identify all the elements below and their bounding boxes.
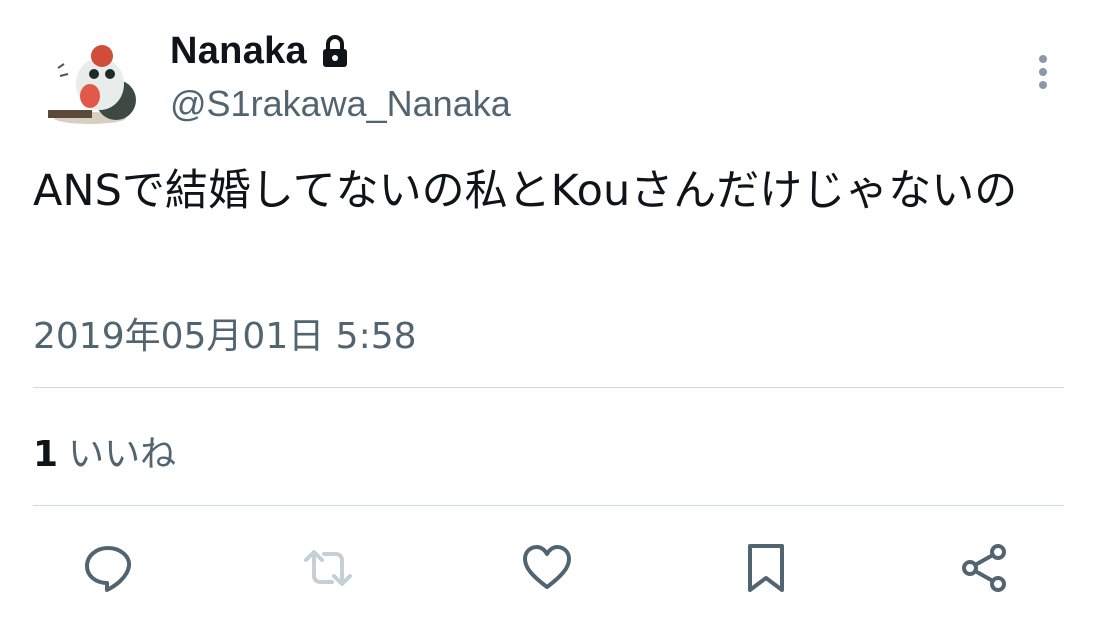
divider [33, 505, 1064, 506]
more-options-icon[interactable] [1026, 52, 1060, 92]
lock-icon [321, 34, 349, 69]
handle[interactable]: @S1rakawa_Nanaka [170, 83, 511, 125]
likes-label: いいね [68, 434, 177, 475]
like-button[interactable] [519, 540, 575, 596]
reply-button[interactable] [80, 540, 136, 596]
share-button[interactable] [956, 540, 1012, 596]
divider [33, 387, 1064, 388]
retweet-button[interactable] [300, 540, 356, 596]
display-name[interactable]: Nanaka [170, 30, 307, 73]
likes-stat[interactable]: 1 いいね [33, 425, 176, 477]
retweet-icon [304, 550, 352, 586]
share-icon [962, 544, 1006, 592]
display-name-row: Nanaka [170, 30, 349, 73]
tweet-timestamp[interactable]: 2019年05月01日 5:58 [33, 307, 417, 359]
bookmark-icon [748, 544, 784, 592]
likes-count: 1 [33, 434, 59, 475]
bookmark-button[interactable] [738, 540, 794, 596]
tweet-text: ANSで結婚してないの私とKouさんだけじゃないの [33, 166, 1018, 216]
avatar[interactable] [38, 38, 142, 130]
like-icon [523, 545, 571, 589]
reply-icon [85, 546, 132, 592]
